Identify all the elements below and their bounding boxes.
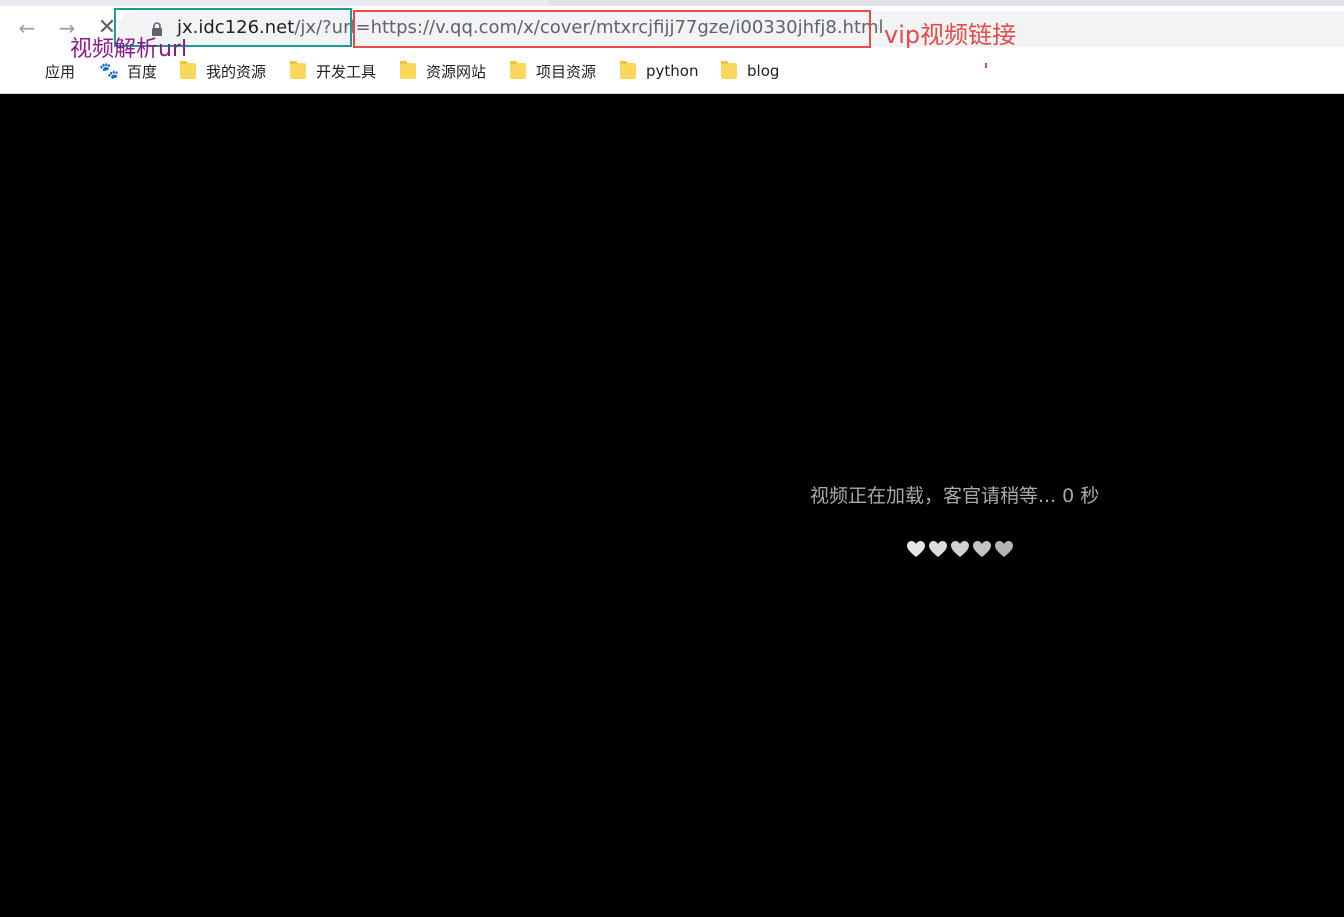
back-arrow-icon: ← xyxy=(18,16,36,40)
bookmark-resource-sites[interactable]: 资源网站 xyxy=(400,56,486,86)
browser-chrome: ← → ✕ jx.idc126.net/jx/?url=https://v.qq… xyxy=(0,0,1344,94)
heart-icon xyxy=(951,541,969,557)
loading-message: 视频正在加载，客官请稍等... 0 秒 xyxy=(810,485,1100,507)
folder-icon xyxy=(721,61,737,79)
bookmarks-bar: 应用 🐾 百度 我的资源 开发工具 资源网站 项目资源 python blog xyxy=(0,56,1344,86)
bookmark-label: 我的资源 xyxy=(206,62,267,81)
folder-icon xyxy=(620,61,636,79)
bookmark-label: 开发工具 xyxy=(316,62,377,81)
apps-icon xyxy=(19,63,35,79)
bookmark-dev-tools[interactable]: 开发工具 xyxy=(290,56,376,86)
heart-icon xyxy=(929,541,947,557)
bookmark-label: python xyxy=(646,62,699,80)
bookmark-project-resources[interactable]: 项目资源 xyxy=(510,56,596,86)
heart-icon xyxy=(995,541,1013,557)
heart-icon xyxy=(973,541,991,557)
tab-strip-edge xyxy=(548,0,1344,6)
folder-icon xyxy=(510,61,526,79)
back-button[interactable]: ← xyxy=(13,14,41,42)
bookmark-label: 百度 xyxy=(127,62,158,81)
tab-strip xyxy=(0,0,1344,6)
video-player[interactable] xyxy=(0,94,1344,917)
heart-icon xyxy=(907,541,925,557)
bookmark-label: 项目资源 xyxy=(536,62,597,81)
vip-link-annotation: vip视频链接 xyxy=(884,21,1017,49)
bookmark-my-resources[interactable]: 我的资源 xyxy=(180,56,266,86)
loading-hearts xyxy=(906,540,1016,558)
folder-icon xyxy=(400,61,416,79)
vip-link-highlight xyxy=(353,10,871,48)
bookmark-apps[interactable]: 应用 xyxy=(19,56,75,86)
bookmark-blog[interactable]: blog xyxy=(721,56,779,86)
bookmark-baidu[interactable]: 🐾 百度 xyxy=(99,56,157,86)
bookmark-label: 应用 xyxy=(45,62,76,81)
folder-icon xyxy=(180,61,196,79)
folder-icon xyxy=(290,61,306,79)
bookmark-label: 资源网站 xyxy=(426,62,487,81)
bookmark-label: blog xyxy=(747,62,780,80)
bookmark-python[interactable]: python xyxy=(620,56,698,86)
baidu-paw-icon: 🐾 xyxy=(99,61,119,80)
